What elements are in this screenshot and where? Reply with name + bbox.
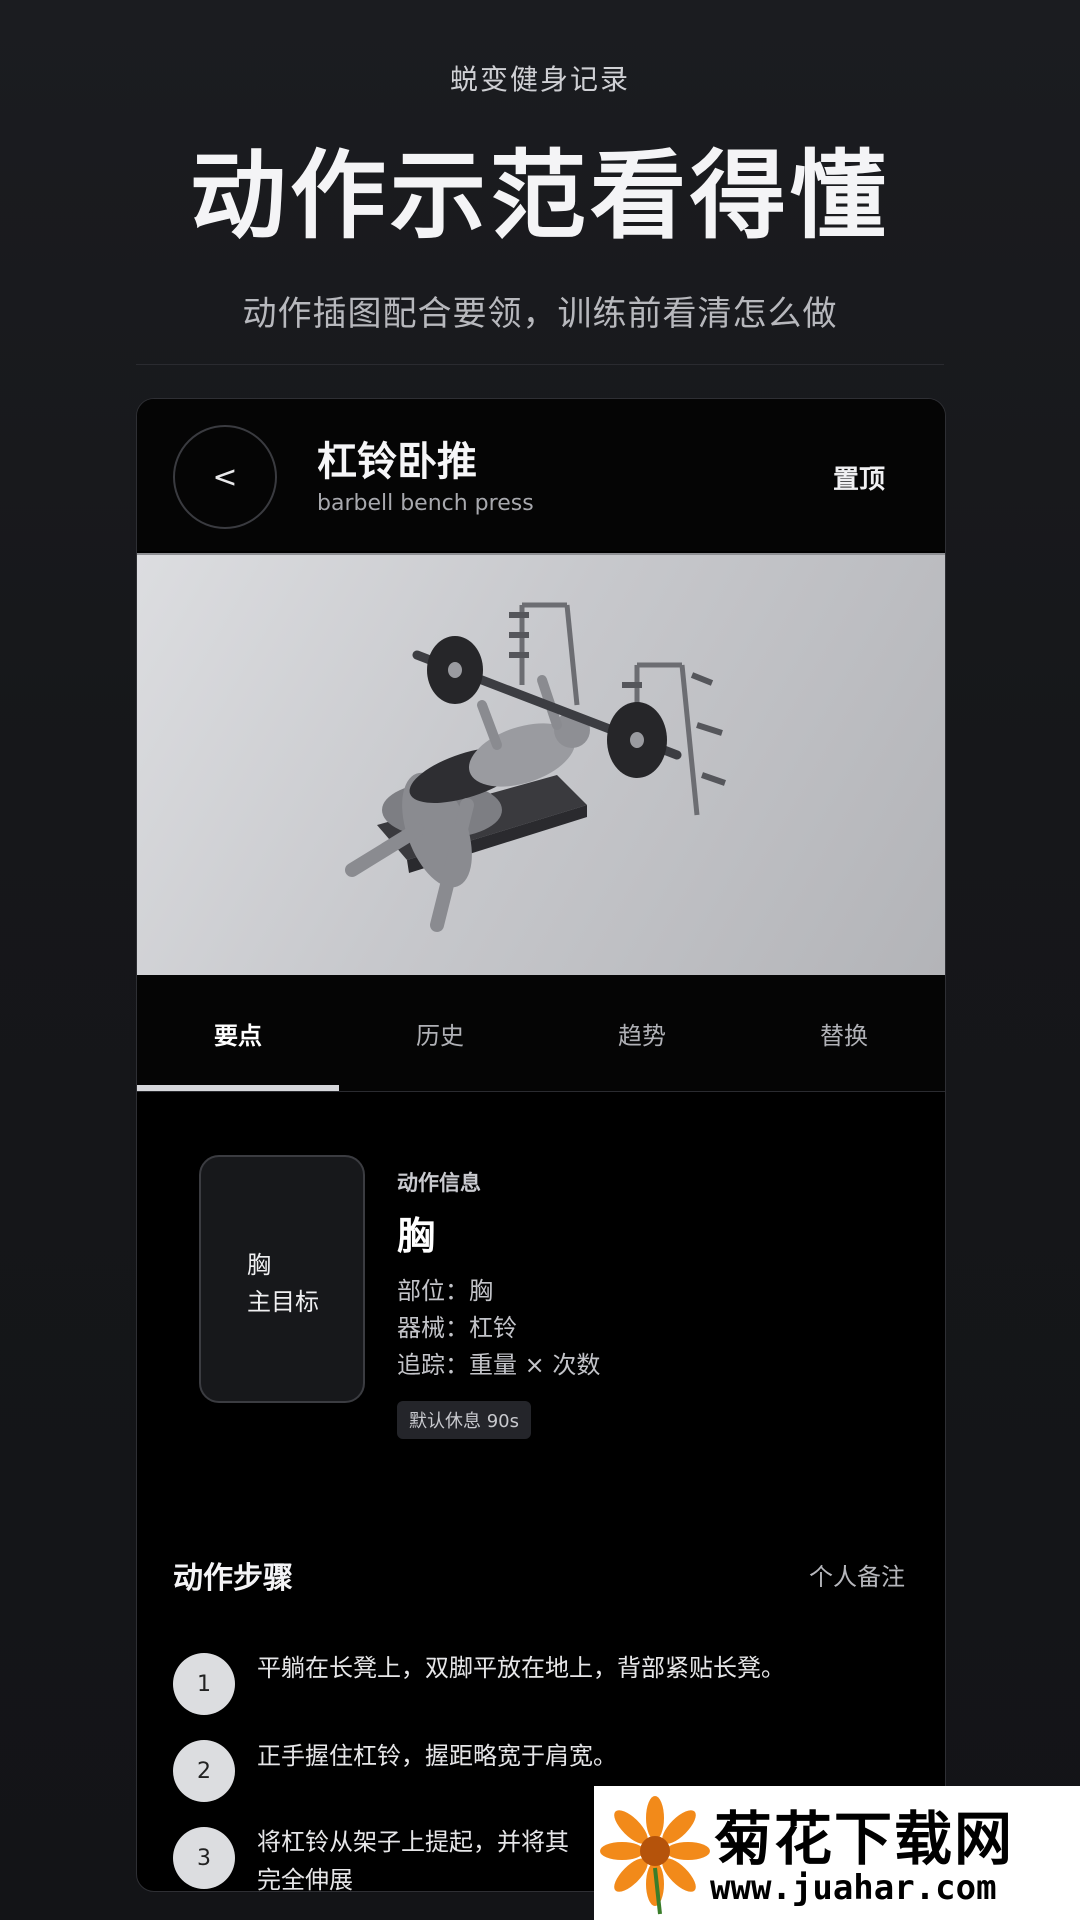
step-number: 3 [173, 1827, 235, 1889]
daisy-flower-icon [600, 1796, 710, 1915]
info-part: 部位：胸 [397, 1277, 493, 1305]
back-icon: < [212, 459, 238, 495]
tab-history[interactable]: 历史 [339, 975, 541, 1091]
steps-title: 动作步骤 [173, 1561, 293, 1596]
target-muscle-name: 胸 [247, 1251, 271, 1279]
pin-button[interactable]: 置顶 [833, 459, 885, 496]
exercise-title: 杠铃卧推 [317, 439, 477, 485]
tab-key-points[interactable]: 要点 [137, 975, 339, 1091]
active-tab-indicator [137, 1085, 339, 1091]
step-number: 2 [173, 1740, 235, 1802]
step-text: 平躺在长凳上，双脚平放在地上，背部紧贴长凳。 [257, 1654, 785, 1682]
bench-press-illustration [137, 553, 945, 977]
phone-screen: < 杠铃卧推 barbell bench press 置顶 要点 历史 趋势 替… [136, 398, 946, 1892]
personal-notes-button[interactable]: 个人备注 [809, 1557, 905, 1592]
info-muscle: 胸 [397, 1214, 436, 1258]
back-button[interactable]: < [173, 425, 277, 529]
promo-description: 动作插图配合要领，训练前看清怎么做 [242, 294, 838, 334]
site-watermark: 菊花下载网 www.juahar.com [594, 1786, 1080, 1920]
target-muscle-label: 主目标 [247, 1288, 319, 1316]
exercise-subtitle: barbell bench press [317, 491, 534, 516]
tab-replace[interactable]: 替换 [743, 975, 945, 1091]
step-number: 1 [173, 1653, 235, 1715]
tab-bar: 要点 历史 趋势 替换 [137, 975, 945, 1092]
info-equipment: 器械：杠铃 [397, 1314, 517, 1342]
rest-badge: 默认休息 90s [397, 1401, 532, 1439]
target-muscle-card: 胸 主目标 [199, 1155, 365, 1403]
step-text: 正手握住杠铃，握距略宽于肩宽。 [257, 1742, 617, 1770]
promo-app-name: 蜕变健身记录 [449, 63, 630, 96]
top-bar: < 杠铃卧推 barbell bench press 置顶 [137, 399, 945, 551]
promo-divider [136, 364, 944, 365]
promo-headline: 动作示范看得懂 [190, 140, 890, 252]
info-section-label: 动作信息 [397, 1171, 481, 1195]
watermark-title: 菊花下载网 [714, 1805, 1015, 1873]
info-tracking: 追踪：重量 × 次数 [397, 1351, 601, 1379]
tab-trend[interactable]: 趋势 [541, 975, 743, 1091]
watermark-url: www.juahar.com [710, 1868, 997, 1908]
